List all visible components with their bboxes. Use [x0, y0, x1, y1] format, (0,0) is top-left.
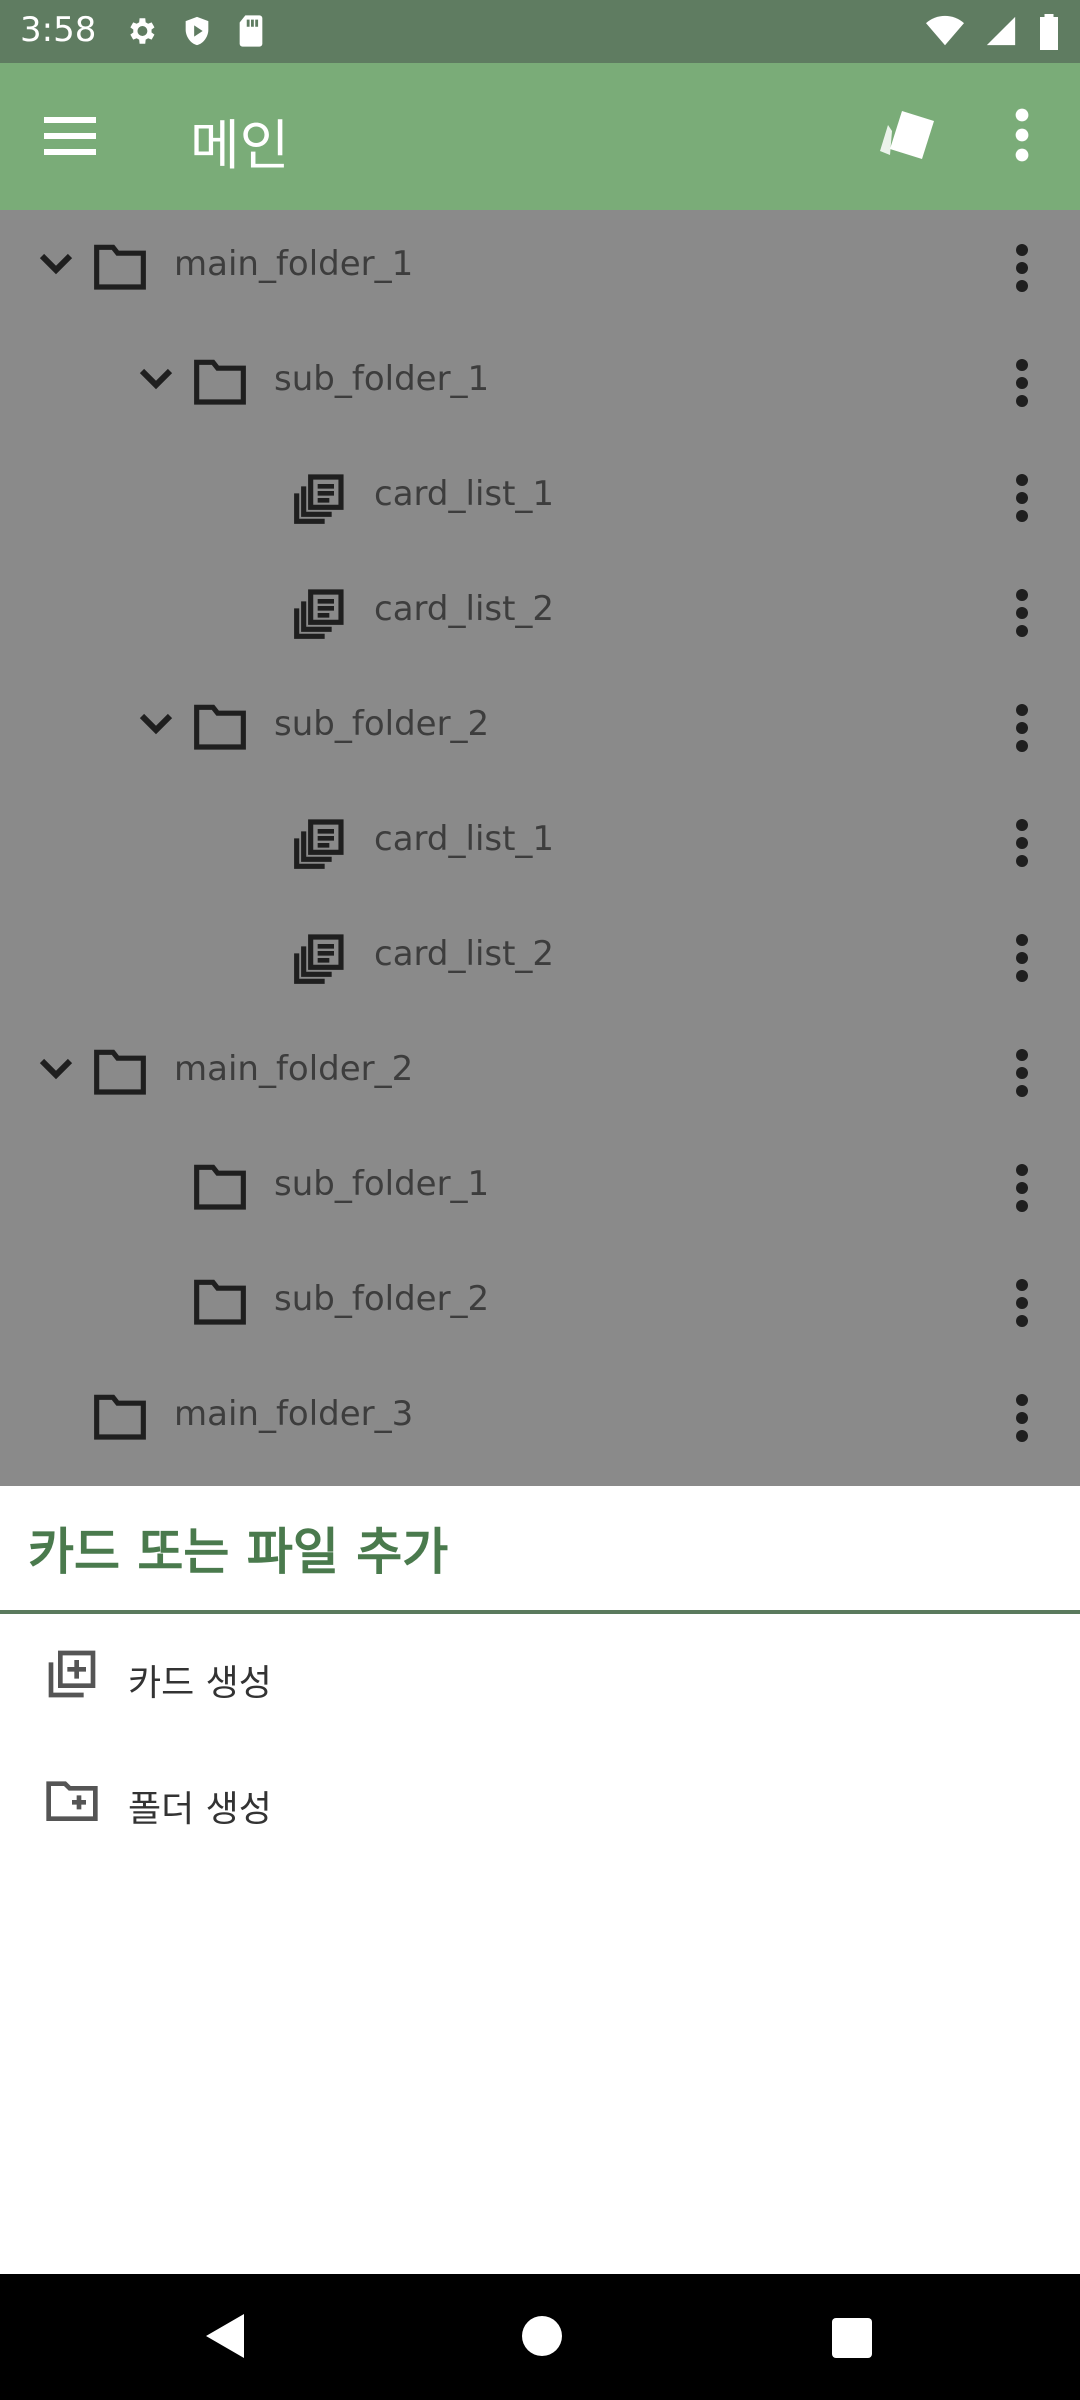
tree-folder-row[interactable]: main_folder_2	[0, 1015, 1080, 1130]
folder-icon	[192, 1160, 248, 1216]
recents-icon[interactable]	[830, 2312, 874, 2360]
tree-item-label: sub_folder_1	[274, 359, 490, 399]
tree-item-label: main_folder_1	[174, 244, 414, 284]
item-more-icon[interactable]	[1002, 472, 1042, 528]
item-more-icon[interactable]	[1002, 817, 1042, 873]
menu-icon[interactable]	[44, 115, 96, 155]
tree-item-label: card_list_2	[374, 589, 555, 629]
chevron-down-icon[interactable]	[136, 706, 176, 746]
status-bar: 3:58	[0, 0, 1080, 63]
more-options-icon[interactable]	[1002, 107, 1042, 163]
tree-folder-row[interactable]: main_folder_1	[0, 210, 1080, 325]
item-more-icon[interactable]	[1002, 357, 1042, 413]
item-more-icon[interactable]	[1002, 1277, 1042, 1333]
back-icon[interactable]	[204, 2312, 248, 2360]
create-folder-icon	[46, 1781, 98, 1821]
signal-icon	[986, 16, 1016, 46]
app-bar: 메인	[0, 63, 1080, 210]
tree-item-label: card_list_1	[374, 474, 555, 514]
item-more-icon[interactable]	[1002, 242, 1042, 298]
sheet-title: 카드 또는 파일 추가	[28, 1523, 449, 1581]
tree-list-row[interactable]: card_list_1	[0, 440, 1080, 555]
battery-icon	[1040, 14, 1058, 50]
tree-item-label: sub_folder_2	[274, 1279, 490, 1319]
tree-folder-row[interactable]: sub_folder_1	[0, 1130, 1080, 1245]
add-card-icon	[48, 1650, 96, 1698]
chevron-down-icon[interactable]	[36, 246, 76, 286]
cards-icon[interactable]	[878, 107, 938, 163]
tree-item-label: card_list_2	[374, 934, 555, 974]
status-time: 3:58	[20, 10, 97, 50]
add-bottom-sheet: 카드 또는 파일 추가 카드 생성 폴더 생성	[0, 1486, 1080, 2274]
item-more-icon[interactable]	[1002, 702, 1042, 758]
folder-icon	[192, 1275, 248, 1331]
system-nav-bar	[0, 2274, 1080, 2400]
create-card-label: 카드 생성	[128, 1663, 272, 1704]
card-list-icon	[292, 585, 348, 645]
tree-list-row[interactable]: card_list_1	[0, 785, 1080, 900]
card-list-icon	[292, 930, 348, 990]
chevron-down-icon[interactable]	[36, 1051, 76, 1091]
item-more-icon[interactable]	[1002, 1392, 1042, 1448]
tree-item-label: sub_folder_2	[274, 704, 490, 744]
page-title: 메인	[190, 114, 290, 177]
tree-folder-row[interactable]: main_folder_3	[0, 1360, 1080, 1475]
settings-icon	[130, 18, 155, 44]
folder-icon	[192, 355, 248, 411]
tree-folder-row[interactable]: sub_folder_2	[0, 670, 1080, 785]
tree-item-label: main_folder_3	[174, 1394, 414, 1434]
folder-icon	[92, 1390, 148, 1446]
tree-folder-row[interactable]: sub_folder_2	[0, 1245, 1080, 1360]
folder-icon	[192, 700, 248, 756]
create-card-item[interactable]: 카드 생성	[0, 1614, 1080, 1734]
card-list-icon	[292, 815, 348, 875]
wifi-icon	[926, 15, 964, 46]
tree-item-label: sub_folder_1	[274, 1164, 490, 1204]
tree-list-row[interactable]: card_list_2	[0, 555, 1080, 670]
folder-tree: main_folder_1 sub_folder_1 card_list_1 card…	[0, 210, 1080, 1486]
create-folder-item[interactable]: 폴더 생성	[0, 1740, 1080, 1860]
tree-item-label: card_list_1	[374, 819, 555, 859]
create-folder-label: 폴더 생성	[128, 1789, 272, 1830]
item-more-icon[interactable]	[1002, 932, 1042, 988]
card-list-icon	[292, 470, 348, 530]
tree-list-row[interactable]: card_list_2	[0, 900, 1080, 1015]
home-icon[interactable]	[520, 2312, 564, 2360]
folder-icon	[92, 1045, 148, 1101]
item-more-icon[interactable]	[1002, 587, 1042, 643]
tree-item-label: main_folder_2	[174, 1049, 414, 1089]
folder-icon	[92, 240, 148, 296]
sd-card-icon	[239, 15, 263, 47]
tree-folder-row[interactable]: sub_folder_1	[0, 325, 1080, 440]
chevron-down-icon[interactable]	[136, 361, 176, 401]
item-more-icon[interactable]	[1002, 1047, 1042, 1103]
item-more-icon[interactable]	[1002, 1162, 1042, 1218]
shield-icon	[185, 16, 209, 46]
